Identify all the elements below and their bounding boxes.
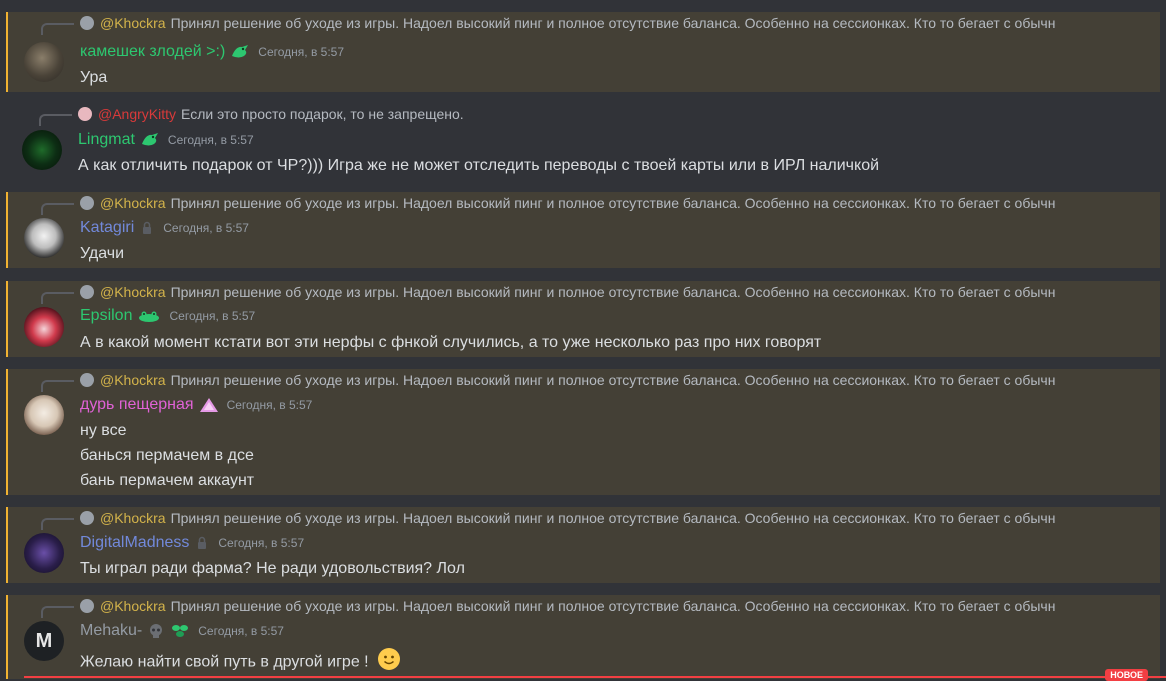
username[interactable]: Mehaku-: [80, 622, 142, 640]
slightly-smiling-face-emoji[interactable]: [377, 647, 401, 678]
timestamp[interactable]: Сегодня, в 5:57: [227, 398, 313, 412]
triangle-icon: [199, 397, 219, 413]
reply-avatar: [80, 196, 94, 210]
message-header: дурь пещерная Сегодня, в 5:57: [80, 396, 312, 414]
reply-reference[interactable]: @Khockra Принял решение об уходе из игры…: [80, 595, 1110, 617]
lock-icon: [139, 220, 155, 236]
reply-username[interactable]: @Khockra: [100, 284, 166, 300]
reply-avatar: [80, 285, 94, 299]
skull-icon: [147, 623, 165, 639]
message: @Khockra Принял решение об уходе из игры…: [6, 12, 1160, 92]
timestamp[interactable]: Сегодня, в 5:57: [169, 309, 255, 323]
timestamp[interactable]: Сегодня, в 5:57: [163, 221, 249, 235]
dragon-icon: [230, 44, 250, 60]
reply-username[interactable]: @Khockra: [100, 15, 166, 31]
reply-username[interactable]: @Khockra: [100, 195, 166, 211]
avatar[interactable]: [24, 307, 64, 347]
message-text: ну все: [80, 422, 127, 439]
message-header: DigitalMadness Сегодня, в 5:57: [80, 534, 304, 552]
reply-avatar: [78, 107, 92, 121]
message-text: Ты играл ради фарма? Не ради удовольстви…: [80, 560, 465, 577]
frog-icon: [137, 309, 161, 323]
username[interactable]: камешек злодей >:): [80, 43, 225, 61]
reply-spine: [41, 518, 74, 530]
reply-username[interactable]: @AngryKitty: [98, 106, 176, 122]
reply-username[interactable]: @Khockra: [100, 510, 166, 526]
avatar-letter: M: [35, 629, 53, 652]
username[interactable]: Katagiri: [80, 219, 134, 237]
message-text: банься пермачем в дсе: [80, 447, 254, 464]
reply-spine: [41, 606, 74, 618]
message-text: Удачи: [80, 245, 125, 262]
message: @AngryKitty Если это просто подарок, то …: [0, 103, 1160, 179]
timestamp[interactable]: Сегодня, в 5:57: [218, 536, 304, 550]
reply-avatar: [80, 599, 94, 613]
reply-reference[interactable]: @Khockra Принял решение об уходе из игры…: [80, 507, 1110, 529]
reply-spine: [41, 292, 74, 304]
message-text: А в какой момент кстати вот эти нерфы с …: [80, 334, 822, 351]
timestamp[interactable]: Сегодня, в 5:57: [168, 133, 254, 147]
reply-reference[interactable]: @Khockra Принял решение об уходе из игры…: [80, 369, 1110, 391]
reply-text: Принял решение об уходе из игры. Надоел …: [170, 284, 1056, 300]
message-header: камешек злодей >:) Сегодня, в 5:57: [80, 43, 344, 61]
reply-reference[interactable]: @Khockra Принял решение об уходе из игры…: [80, 12, 1110, 34]
reply-text: Принял решение об уходе из игры. Надоел …: [170, 15, 1056, 31]
reply-username[interactable]: @Khockra: [100, 372, 166, 388]
new-messages-divider: [24, 676, 1166, 678]
username[interactable]: Lingmat: [78, 131, 135, 149]
message-text: Ура: [80, 69, 108, 86]
reply-reference[interactable]: @Khockra Принял решение об уходе из игры…: [80, 281, 1110, 303]
reply-reference[interactable]: @AngryKitty Если это просто подарок, то …: [78, 103, 1110, 125]
timestamp[interactable]: Сегодня, в 5:57: [258, 45, 344, 59]
avatar[interactable]: M: [24, 621, 64, 661]
message-text-content: Желаю найти свой путь в другой игре !: [80, 653, 369, 671]
reply-spine: [41, 23, 74, 35]
new-messages-label: НОВОЕ: [1105, 669, 1148, 681]
message: @Khockra Принял решение об уходе из игры…: [6, 507, 1160, 583]
reply-text: Принял решение об уходе из игры. Надоел …: [170, 372, 1056, 388]
timestamp[interactable]: Сегодня, в 5:57: [198, 624, 284, 638]
message: @Khockra Принял решение об уходе из игры…: [6, 369, 1160, 495]
message: @Khockra Принял решение об уходе из игры…: [6, 281, 1160, 357]
reply-spine: [41, 380, 74, 392]
reply-username[interactable]: @Khockra: [100, 598, 166, 614]
avatar[interactable]: [24, 218, 64, 258]
reply-text: Принял решение об уходе из игры. Надоел …: [170, 598, 1056, 614]
avatar[interactable]: [24, 395, 64, 435]
message-header: Lingmat Сегодня, в 5:57: [78, 131, 254, 149]
dragon-icon: [140, 132, 160, 148]
lock-icon: [194, 535, 210, 551]
reply-text: Принял решение об уходе из игры. Надоел …: [170, 510, 1056, 526]
reply-spine: [39, 114, 72, 126]
username[interactable]: DigitalMadness: [80, 534, 189, 552]
reply-text: Если это просто подарок, то не запрещено…: [181, 106, 464, 122]
reply-reference[interactable]: @Khockra Принял решение об уходе из игры…: [80, 192, 1110, 214]
username[interactable]: Epsilon: [80, 307, 132, 325]
reply-avatar: [80, 511, 94, 525]
message: @Khockra Принял решение об уходе из игры…: [6, 595, 1160, 679]
message-header: Epsilon Сегодня, в 5:57: [80, 307, 255, 325]
reply-avatar: [80, 16, 94, 30]
reply-spine: [41, 203, 74, 215]
message-text: бань пермачем аккаунт: [80, 472, 255, 489]
reply-text: Принял решение об уходе из игры. Надоел …: [170, 195, 1056, 211]
message-text: А как отличить подарок от ЧР?))) Игра же…: [78, 157, 880, 174]
username[interactable]: дурь пещерная: [80, 396, 194, 414]
message: @Khockra Принял решение об уходе из игры…: [6, 192, 1160, 268]
message-text: Желаю найти свой путь в другой игре !: [80, 647, 401, 678]
message-header: Mehaku- Сегодня, в 5:57: [80, 622, 284, 640]
reply-avatar: [80, 373, 94, 387]
message-header: Katagiri Сегодня, в 5:57: [80, 219, 249, 237]
avatar[interactable]: [24, 533, 64, 573]
avatar[interactable]: [22, 130, 62, 170]
avatar[interactable]: [24, 42, 64, 82]
leaf-icon: [170, 623, 190, 639]
